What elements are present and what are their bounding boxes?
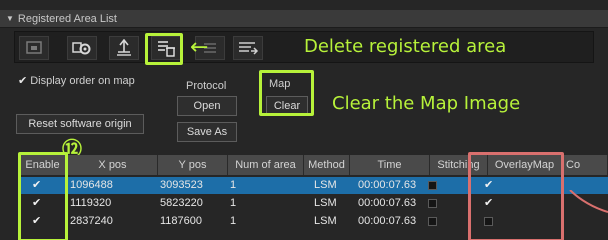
collapse-arrow-icon[interactable]: ▼ (6, 10, 14, 28)
cell-method: LSM (314, 179, 337, 191)
list-arrow-button[interactable] (233, 36, 263, 60)
cell-y: 5823220 (160, 197, 203, 209)
gear-icon (72, 40, 92, 56)
col-y-pos[interactable]: Y pos (158, 155, 228, 175)
cell-y: 3093523 (160, 179, 203, 191)
cell-num: 1 (230, 197, 237, 209)
cell-time: 00:00:07.63 (358, 197, 417, 209)
stitching-checkbox[interactable] (428, 199, 437, 208)
cell-x: 1119320 (70, 197, 112, 209)
col-time[interactable]: Time (350, 155, 430, 175)
registered-area-list-panel: ▼ Registered Area List ← Delete register… (0, 0, 608, 240)
open-button[interactable]: Open (177, 96, 237, 116)
cell-time: 00:00:07.63 (358, 215, 417, 227)
delete-area-annotation: Delete registered area (304, 36, 507, 57)
stitching-checkbox[interactable] (428, 181, 437, 190)
cell-num: 1 (230, 215, 237, 227)
image-icon (25, 40, 43, 56)
col-co[interactable]: Co (562, 155, 608, 175)
image-button[interactable] (19, 36, 49, 60)
move-button[interactable] (109, 36, 139, 60)
protocol-label: Protocol (186, 80, 227, 92)
cell-method: LSM (314, 215, 337, 227)
cell-x: 1096488 (70, 179, 113, 191)
checkmark-icon: ✔ (18, 75, 28, 87)
cell-num: 1 (230, 179, 237, 191)
cell-y: 1187600 (160, 215, 203, 227)
stitching-checkbox[interactable] (428, 217, 437, 226)
move-icon (114, 39, 134, 57)
arrow-left-icon: ← (190, 35, 209, 60)
panel-titlebar[interactable]: ▼ Registered Area List (0, 10, 608, 28)
delete-highlight-box (145, 33, 183, 65)
cell-method: LSM (314, 197, 337, 209)
settings-button[interactable] (67, 36, 97, 60)
enable-column-highlight (18, 152, 68, 240)
col-num-area[interactable]: Num of area (228, 155, 304, 175)
clear-highlight-box (259, 70, 314, 116)
save-as-button[interactable]: Save As (177, 122, 237, 142)
overlaymap-column-highlight (468, 152, 564, 240)
col-method[interactable]: Method (304, 155, 350, 175)
cell-x: 2837240 (70, 215, 113, 227)
display-order-checkbox[interactable]: ✔ Display order on map (18, 74, 135, 87)
cell-time: 00:00:07.63 (358, 179, 417, 191)
list-arrow-icon (237, 40, 259, 56)
panel-title: Registered Area List (17, 13, 117, 25)
clear-map-annotation: Clear the Map Image (332, 93, 521, 114)
reset-origin-button[interactable]: Reset software origin (16, 114, 144, 134)
red-pointer-line (569, 190, 608, 213)
col-x-pos[interactable]: X pos (68, 155, 158, 175)
display-order-label: Display order on map (30, 75, 135, 87)
